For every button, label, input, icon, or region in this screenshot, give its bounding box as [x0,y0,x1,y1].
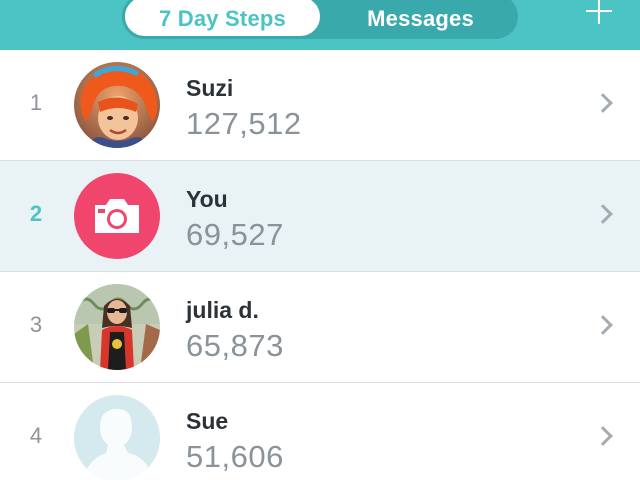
rank-number: 4 [29,423,43,448]
user-name: Suzi [186,75,234,101]
user-name: julia d. [186,297,259,323]
segmented-control: 7 Day Steps Messages [122,0,518,39]
user-name: You [186,186,228,212]
leaderboard-row[interactable]: 3 julia d. 65,873 [0,272,640,383]
tab-messages[interactable]: Messages [323,0,518,39]
top-bar: 7 Day Steps Messages [0,0,640,50]
camera-icon [95,199,139,233]
step-count: 127,512 [186,106,302,141]
rank-number: 3 [29,312,43,337]
leaderboard-row[interactable]: 1 Suzi 127,512 [0,50,640,161]
avatar [74,62,160,148]
rank-number: 1 [29,90,43,115]
plus-icon[interactable] [584,0,614,28]
default-profile-silhouette-icon [82,408,154,480]
step-count: 65,873 [186,328,284,363]
chevron-right-icon [593,204,613,224]
leaderboard-row[interactable]: 4 Sue 51,606 [0,383,640,480]
avatar [74,395,160,480]
leaderboard-list: 1 Suzi 127,512 2 You 69,527 3 julia d. 6… [0,50,640,480]
chevron-right-icon [593,426,613,446]
tab-7-day-steps[interactable]: 7 Day Steps [122,0,323,39]
leaderboard-row[interactable]: 2 You 69,527 [0,161,640,272]
photo-avatar-woman-sunglasses [74,284,160,370]
chevron-right-icon [593,93,613,113]
photo-avatar-orange-hair [74,62,160,148]
avatar[interactable] [74,173,160,259]
rank-number: 2 [29,201,43,226]
user-name: Sue [186,408,229,434]
avatar [74,284,160,370]
chevron-right-icon [593,315,613,335]
step-count: 69,527 [186,217,284,252]
step-count: 51,606 [186,439,284,474]
